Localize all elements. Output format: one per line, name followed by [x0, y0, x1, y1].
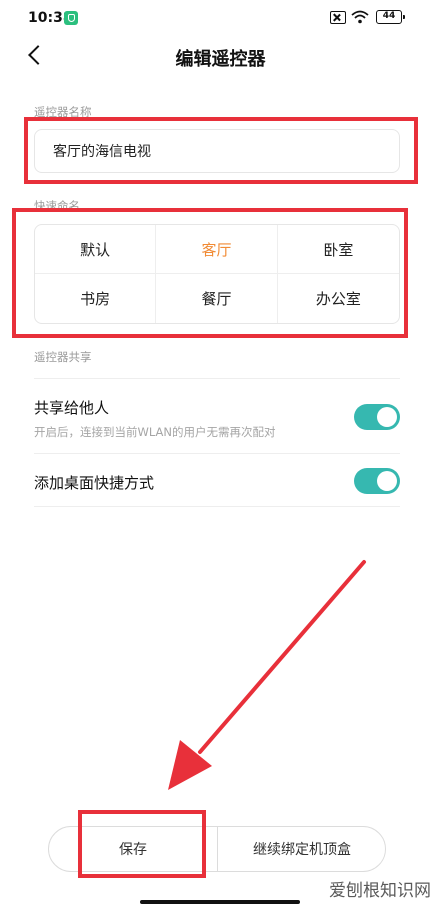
quick-name-option[interactable]: 办公室 — [278, 274, 399, 323]
nav-bar: 编辑遥控器 — [0, 36, 441, 76]
bind-set-top-box-button[interactable]: 继续绑定机顶盒 — [218, 826, 386, 872]
share-title: 共享给他人 — [34, 399, 110, 417]
quick-name-grid: 默认 客厅 卧室 书房 餐厅 办公室 — [34, 224, 400, 324]
quick-name-label: 快速命名 — [34, 199, 80, 213]
quick-name-option[interactable]: 卧室 — [277, 225, 399, 274]
quick-name-option[interactable]: 餐厅 — [156, 274, 278, 323]
watermark: 爱刨根知识网 — [329, 881, 431, 901]
page-title: 编辑遥控器 — [175, 49, 266, 70]
divider — [34, 506, 400, 507]
desktop-shortcut-title: 添加桌面快捷方式 — [34, 474, 155, 492]
remote-name-label: 遥控器名称 — [34, 105, 92, 119]
divider — [34, 453, 400, 454]
share-section-label: 遥控器共享 — [34, 350, 92, 364]
divider — [34, 378, 400, 379]
battery-icon: 44 — [376, 10, 405, 24]
desktop-shortcut-toggle[interactable] — [354, 468, 400, 494]
home-indicator[interactable] — [140, 900, 300, 904]
quick-name-option[interactable]: 书房 — [35, 274, 157, 323]
status-bar: 10:38 44 — [0, 0, 441, 36]
quick-name-option[interactable]: 默认 — [35, 225, 157, 274]
remote-name-input[interactable] — [34, 129, 400, 173]
security-shield-icon — [64, 11, 78, 25]
quick-name-option-selected[interactable]: 客厅 — [156, 225, 278, 274]
wifi-icon — [351, 10, 369, 24]
share-toggle[interactable] — [354, 404, 400, 430]
no-sim-icon — [330, 11, 346, 24]
share-description: 开启后，连接到当前WLAN的用户无需再次配对 — [34, 425, 276, 439]
save-button[interactable]: 保存 — [48, 826, 218, 872]
